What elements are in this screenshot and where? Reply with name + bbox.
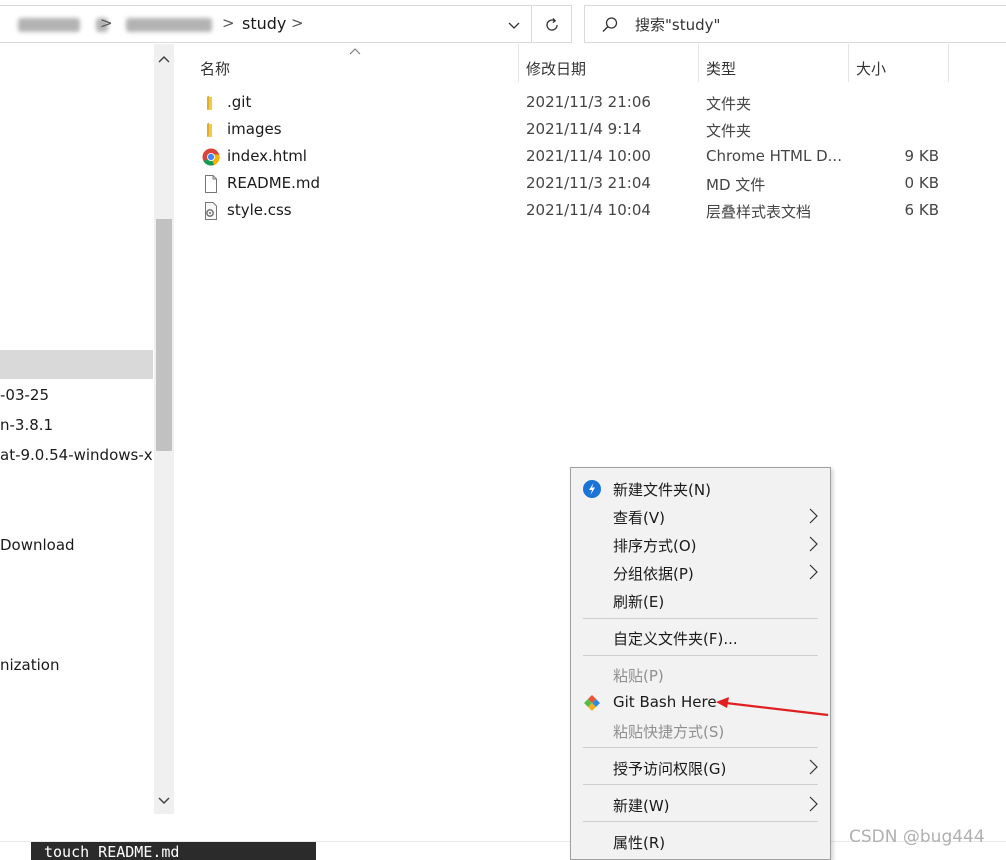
scroll-down-icon[interactable] (154, 790, 174, 810)
menu-separator (583, 821, 818, 822)
menu-item-label: 授予访问权限(G) (613, 760, 727, 778)
file-name: style.css (227, 201, 292, 219)
menu-item-view[interactable]: 查看(V) (571, 502, 830, 530)
navigation-pane: -03-25 n-3.8.1 at-9.0.54-windows-x6 Down… (0, 44, 176, 844)
nav-item[interactable]: -03-25 (0, 386, 153, 404)
document-icon (205, 175, 217, 193)
column-headers: 名称 修改日期 类型 大小 (178, 44, 886, 86)
annotation-arrow-icon (716, 697, 829, 717)
menu-item-label: 刷新(E) (613, 593, 665, 611)
refresh-icon (546, 18, 558, 31)
chevron-right-icon (809, 508, 818, 524)
file-row[interactable]: index.html 2021/11/4 10:00 Chrome HTML D… (178, 144, 978, 171)
menu-separator (583, 618, 818, 619)
file-type: 文件夹 (706, 122, 752, 140)
blurred-breadcrumb (18, 18, 212, 32)
breadcrumb-separator: > (100, 14, 113, 32)
watermark: CSDN @bug444 (849, 827, 985, 847)
column-divider[interactable] (948, 44, 949, 82)
refresh-button[interactable] (532, 5, 572, 43)
menu-item-new[interactable]: 新建(W) (571, 790, 830, 818)
file-date: 2021/11/4 10:00 (526, 147, 651, 165)
file-size: 0 KB (904, 174, 939, 192)
file-row[interactable]: images 2021/11/4 9:14 文件夹 (178, 117, 978, 144)
file-type: MD 文件 (706, 176, 766, 194)
chevron-right-icon (809, 759, 818, 775)
menu-item-sort-by[interactable]: 排序方式(O) (571, 530, 830, 558)
file-size: 9 KB (904, 147, 939, 165)
search-box[interactable]: 搜索"study" (584, 5, 1006, 43)
column-header-date[interactable]: 修改日期 (526, 58, 586, 79)
file-name: .git (227, 93, 252, 111)
menu-item-label: 排序方式(O) (613, 537, 697, 555)
scrollbar-thumb[interactable] (156, 219, 172, 451)
file-name: images (227, 120, 282, 138)
column-divider[interactable] (848, 44, 849, 82)
column-header-size[interactable]: 大小 (856, 58, 886, 79)
chevron-right-icon (809, 536, 818, 552)
menu-separator (583, 747, 818, 748)
menu-item-label: 查看(V) (613, 509, 665, 527)
breadcrumb-separator: > (291, 14, 304, 32)
folder-icon (207, 95, 212, 110)
search-input[interactable]: 搜索"study" (635, 14, 720, 35)
file-date: 2021/11/3 21:06 (526, 93, 651, 111)
menu-item-label: 自定义文件夹(F)... (613, 630, 738, 648)
menu-item-label: 粘贴快捷方式(S) (613, 723, 725, 741)
column-header-name[interactable]: 名称 (200, 58, 230, 79)
nav-item[interactable]: n-3.8.1 (0, 416, 153, 434)
menu-item-paste[interactable]: 粘贴(P) (571, 660, 830, 688)
column-divider[interactable] (518, 44, 519, 82)
file-type: 文件夹 (706, 95, 752, 113)
git-bash-icon (584, 695, 600, 711)
menu-item-label: 分组依据(P) (613, 565, 694, 583)
file-row[interactable]: style.css 2021/11/4 10:04 层叠样式表文档 6 KB (178, 198, 978, 225)
menu-separator (583, 784, 818, 785)
file-name: index.html (227, 147, 307, 165)
folder-icon (207, 122, 212, 137)
menu-item-refresh[interactable]: 刷新(E) (571, 586, 830, 614)
menu-item-label: 属性(R) (613, 834, 666, 852)
search-icon (602, 17, 618, 32)
file-size: 6 KB (904, 201, 939, 219)
sort-ascending-icon (349, 48, 361, 55)
menu-separator (583, 655, 818, 656)
file-row[interactable]: README.md 2021/11/3 21:04 MD 文件 0 KB (178, 171, 978, 198)
menu-item-give-access[interactable]: 授予访问权限(G) (571, 753, 830, 781)
terminal-snippet: touch README.md (31, 842, 316, 860)
menu-item-label: 新建(W) (613, 797, 670, 815)
file-name: README.md (227, 174, 321, 192)
menu-item-group-by[interactable]: 分组依据(P) (571, 558, 830, 586)
chevron-down-icon[interactable] (506, 17, 522, 33)
breadcrumb-separator: > (222, 14, 235, 32)
file-type: 层叠样式表文档 (706, 203, 812, 221)
menu-item-label: 粘贴(P) (613, 667, 664, 685)
file-type: Chrome HTML D... (706, 147, 842, 165)
file-date: 2021/11/4 10:04 (526, 201, 651, 219)
column-divider[interactable] (698, 44, 699, 82)
new-folder-icon (583, 480, 601, 498)
menu-item-label: 新建文件夹(N) (613, 481, 711, 499)
file-date: 2021/11/4 9:14 (526, 120, 642, 138)
menu-item-label: Git Bash Here (613, 693, 717, 711)
css-file-icon (205, 202, 217, 220)
nav-scrollbar[interactable] (154, 44, 174, 814)
nav-item[interactable]: nization (0, 656, 153, 674)
nav-item[interactable]: Download (0, 536, 153, 554)
nav-selected-item[interactable] (0, 350, 153, 379)
address-bar[interactable]: > > study > (0, 5, 532, 43)
context-menu: 新建文件夹(N) 查看(V) 排序方式(O) 分组依据(P) 刷新(E) 自定义… (570, 467, 831, 860)
menu-item-new-folder[interactable]: 新建文件夹(N) (571, 474, 830, 502)
file-date: 2021/11/3 21:04 (526, 174, 651, 192)
chrome-icon (202, 148, 220, 166)
menu-item-customize-folder[interactable]: 自定义文件夹(F)... (571, 623, 830, 651)
breadcrumb-current-folder[interactable]: study (242, 14, 286, 33)
chevron-right-icon (809, 796, 818, 812)
column-header-type[interactable]: 类型 (706, 58, 736, 79)
nav-item[interactable]: at-9.0.54-windows-x6 (0, 446, 153, 464)
scroll-up-icon[interactable] (154, 50, 174, 70)
file-row[interactable]: .git 2021/11/3 21:06 文件夹 (178, 90, 978, 117)
menu-item-properties[interactable]: 属性(R) (571, 827, 830, 855)
chevron-right-icon (809, 564, 818, 580)
